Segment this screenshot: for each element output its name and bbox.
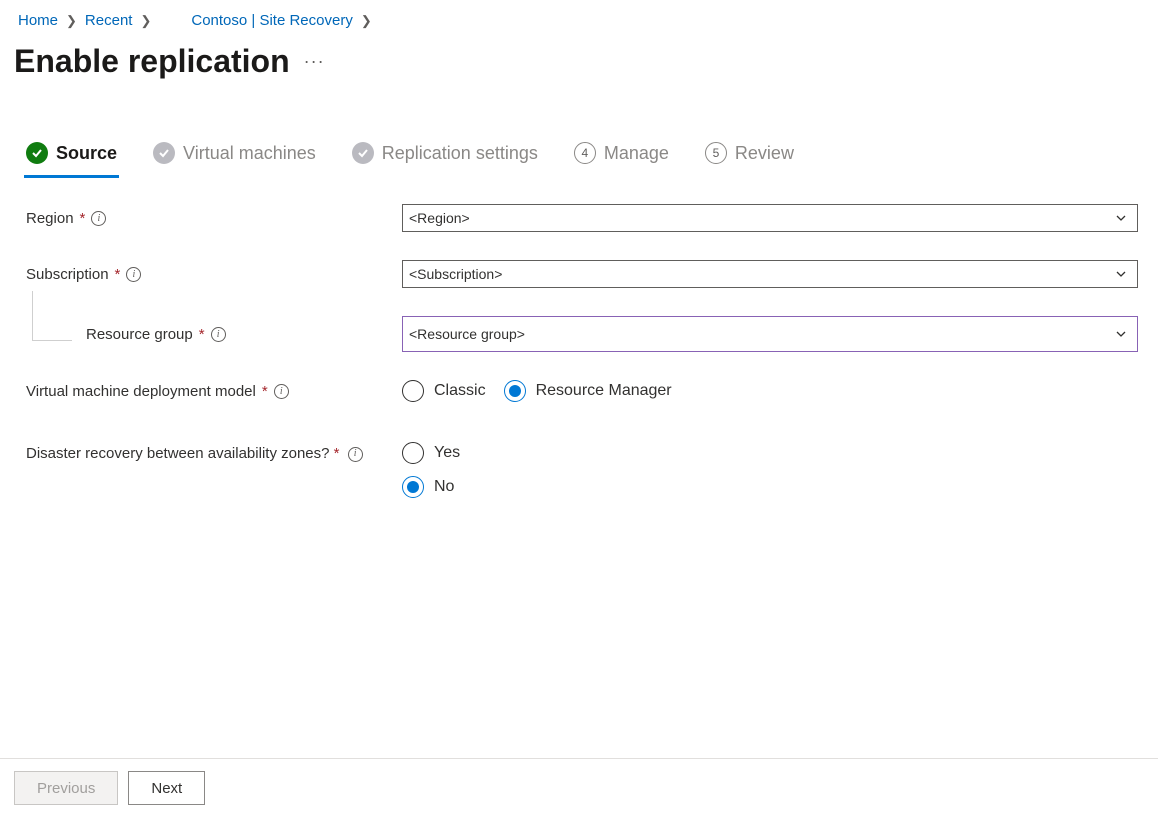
wizard-step-replication-settings[interactable]: Replication settings (352, 142, 538, 176)
resource-group-label: Resource group * i (26, 326, 402, 343)
region-select[interactable]: <Region> (402, 204, 1138, 232)
dr-zones-label: Disaster recovery between availability z… (26, 442, 402, 466)
wizard-step-label: Review (735, 143, 794, 164)
region-value: <Region> (409, 210, 470, 226)
radio-resource-manager[interactable]: Resource Manager (504, 380, 672, 402)
info-icon[interactable]: i (211, 327, 226, 342)
wizard-step-manage[interactable]: 4 Manage (574, 142, 669, 176)
required-marker: * (115, 266, 121, 283)
dr-zones-row: Disaster recovery between availability z… (26, 442, 1138, 498)
vm-deployment-row: Virtual machine deployment model * i Cla… (26, 380, 1138, 402)
breadcrumb-recent[interactable]: Recent (85, 12, 133, 29)
subscription-label: Subscription * i (26, 266, 402, 283)
title-row: Enable replication ··· (0, 37, 1158, 80)
next-button[interactable]: Next (128, 771, 205, 805)
required-marker: * (262, 383, 268, 400)
region-label: Region * i (26, 210, 402, 227)
subscription-value: <Subscription> (409, 266, 502, 282)
required-marker: * (334, 445, 340, 462)
wizard-steps: Source Virtual machines Replication sett… (0, 80, 1158, 176)
info-icon[interactable]: i (126, 267, 141, 282)
chevron-right-icon: ❯ (66, 13, 77, 29)
form-area: Region * i <Region> Subscription * i <Su… (0, 176, 1158, 498)
wizard-step-source[interactable]: Source (26, 142, 117, 176)
resource-group-value: <Resource group> (409, 326, 525, 342)
breadcrumb-home[interactable]: Home (18, 12, 58, 29)
subscription-row: Subscription * i <Subscription> (26, 260, 1138, 288)
breadcrumb: Home ❯ Recent ❯ Contoso | Site Recovery … (0, 0, 1158, 37)
region-row: Region * i <Region> (26, 204, 1138, 232)
check-icon (352, 142, 374, 164)
chevron-down-icon (1115, 268, 1127, 280)
wizard-step-review[interactable]: 5 Review (705, 142, 794, 176)
info-icon[interactable]: i (91, 211, 106, 226)
resource-group-select[interactable]: <Resource group> (402, 316, 1138, 352)
chevron-right-icon: ❯ (140, 13, 151, 29)
chevron-right-icon: ❯ (361, 13, 372, 29)
footer: Previous Next (0, 758, 1158, 817)
wizard-step-label: Manage (604, 143, 669, 164)
wizard-step-label: Source (56, 143, 117, 164)
dr-zones-radio-group: Yes No (402, 442, 1138, 498)
required-marker: * (80, 210, 86, 227)
more-actions-button[interactable]: ··· (304, 51, 325, 72)
check-icon (26, 142, 48, 164)
hierarchy-bracket (32, 291, 72, 341)
wizard-step-label: Replication settings (382, 143, 538, 164)
required-marker: * (199, 326, 205, 343)
radio-classic[interactable]: Classic (402, 380, 486, 402)
vm-deployment-radio-group: Classic Resource Manager (402, 380, 1138, 402)
subscription-select[interactable]: <Subscription> (402, 260, 1138, 288)
step-number-icon: 5 (705, 142, 727, 164)
vm-deployment-label: Virtual machine deployment model * i (26, 383, 402, 400)
radio-icon (402, 476, 424, 498)
wizard-step-virtual-machines[interactable]: Virtual machines (153, 142, 316, 176)
radio-icon (402, 380, 424, 402)
info-icon[interactable]: i (274, 384, 289, 399)
radio-yes[interactable]: Yes (402, 442, 1138, 464)
radio-icon (402, 442, 424, 464)
breadcrumb-site-recovery[interactable]: Contoso | Site Recovery (191, 12, 352, 29)
radio-icon (504, 380, 526, 402)
info-icon[interactable]: i (348, 447, 363, 462)
step-number-icon: 4 (574, 142, 596, 164)
resource-group-row: Resource group * i <Resource group> (26, 316, 1138, 352)
previous-button: Previous (14, 771, 118, 805)
wizard-step-label: Virtual machines (183, 143, 316, 164)
check-icon (153, 142, 175, 164)
chevron-down-icon (1115, 328, 1127, 340)
chevron-down-icon (1115, 212, 1127, 224)
page-title: Enable replication (14, 43, 290, 80)
radio-no[interactable]: No (402, 476, 1138, 498)
